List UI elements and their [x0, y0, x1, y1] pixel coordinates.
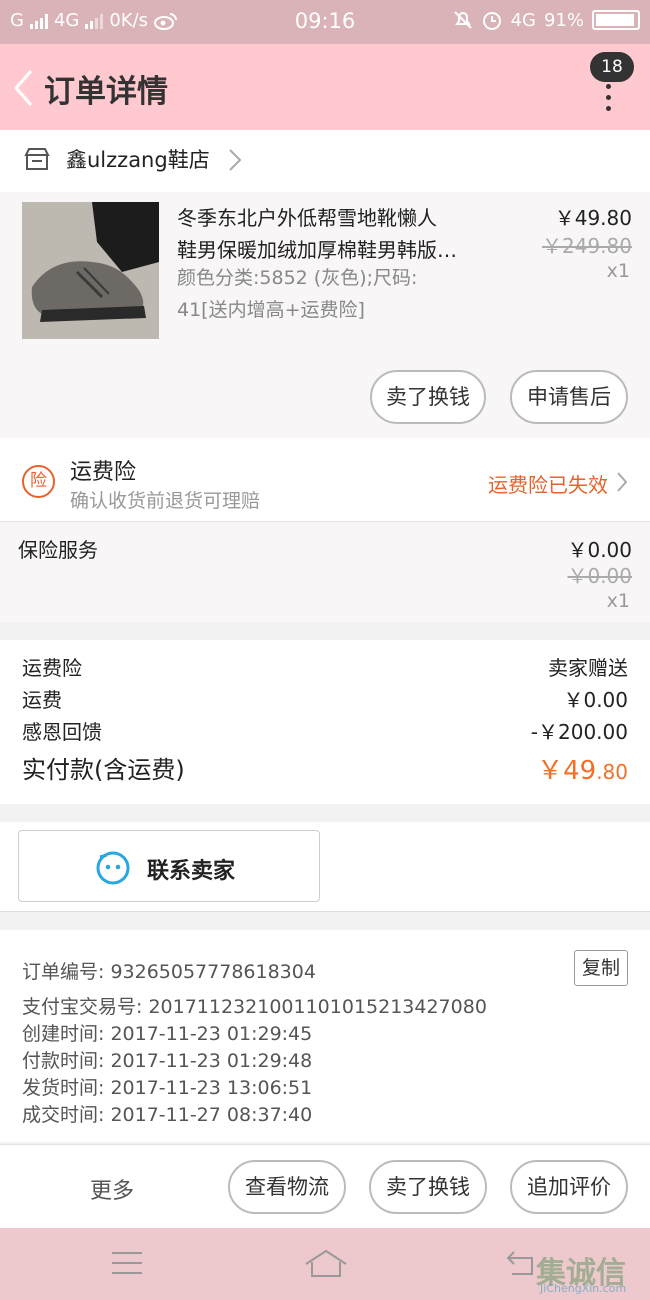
watermark-url: JiChengXin.com	[540, 1282, 627, 1295]
product-thumbnail[interactable]	[22, 202, 159, 339]
more-menu-icon[interactable]	[606, 84, 612, 117]
product-spec-line2: 41[送内增高+运费险]	[177, 299, 365, 321]
copy-button[interactable]: 复制	[574, 950, 628, 986]
insurance-service-item: 保险服务 ￥0.00 ￥0.00 x1	[0, 522, 650, 622]
contact-section: 联系卖家	[0, 822, 650, 912]
menu-icon[interactable]	[112, 1250, 142, 1276]
back-nav-icon[interactable]	[506, 1250, 536, 1276]
totals-shipping-label: 运费	[22, 688, 62, 712]
product-spec-line1: 颜色分类:5852 (灰色);尺码:	[177, 267, 418, 289]
shipping-insurance-row[interactable]: 险 运费险 确认收货前退货可理赔 运费险已失效	[0, 438, 650, 522]
alarm-icon	[482, 12, 501, 30]
contact-seller-label: 联系卖家	[147, 859, 236, 884]
battery-icon	[592, 10, 640, 30]
totals-discount-value: -￥200.00	[530, 720, 628, 744]
paid-int: ￥49	[537, 756, 597, 786]
view-logistics-button[interactable]: 查看物流	[228, 1160, 346, 1214]
apply-after-sale-button[interactable]: 申请售后	[510, 370, 628, 424]
paid-time: 付款时间: 2017-11-23 01:29:48	[22, 1050, 313, 1072]
totals-shipping-value: ￥0.00	[563, 688, 628, 712]
insurance-desc: 确认收货前退货可理赔	[70, 490, 261, 512]
product-title: 冬季东北户外低帮雪地靴懒人 鞋男保暖加绒加厚棉鞋男韩版…	[177, 202, 497, 266]
product-quantity: x1	[606, 260, 630, 282]
chevron-right-icon	[229, 149, 242, 171]
product-spec: 颜色分类:5852 (灰色);尺码: 41[送内增高+运费险]	[177, 262, 497, 326]
insurance-icon: 险	[22, 465, 55, 498]
action-bar: 更多 查看物流 卖了换钱 追加评价	[0, 1144, 650, 1228]
product-price: ￥49.80	[554, 206, 632, 230]
shop-name: 鑫ulzzang鞋店	[66, 148, 210, 172]
order-totals: 运费险 卖家赠送 运费 ￥0.00 感恩回馈 -￥200.00 实付款(含运费)…	[0, 640, 650, 804]
service-price: ￥0.00	[567, 538, 632, 562]
shop-row[interactable]: 鑫ulzzang鞋店	[0, 130, 650, 192]
service-quantity: x1	[606, 590, 630, 612]
home-icon[interactable]	[304, 1248, 348, 1278]
service-label: 保险服务	[18, 538, 98, 562]
add-review-button[interactable]: 追加评价	[510, 1160, 628, 1214]
status-right: 4G 91%	[453, 9, 640, 31]
status-bar: G 4G 0K/s 09:16 4G 91%	[0, 0, 650, 44]
totals-discount-row: 感恩回馈 -￥200.00	[22, 716, 628, 745]
back-arrow-icon[interactable]	[12, 68, 34, 108]
more-button[interactable]: 更多	[90, 1173, 134, 1205]
shoe-image	[22, 202, 159, 339]
totals-paid-value: ￥49.80	[537, 750, 628, 787]
chat-face-icon	[96, 851, 130, 885]
created-time: 创建时间: 2017-11-23 01:29:45	[22, 1023, 313, 1045]
closed-time: 成交时间: 2017-11-27 08:37:40	[22, 1104, 313, 1126]
message-count-badge: 18	[590, 52, 634, 82]
battery-percent: 91%	[543, 9, 584, 31]
totals-paid-row: 实付款(含运费) ￥49.80	[22, 750, 628, 787]
insurance-title: 运费险	[70, 460, 137, 485]
mute-icon	[453, 11, 472, 29]
totals-insurance-row: 运费险 卖家赠送	[22, 652, 628, 681]
header-bar: 订单详情 18	[0, 44, 650, 130]
totals-paid-label: 实付款(含运费)	[22, 756, 185, 784]
order-info: 订单编号: 93265057778618304 复制 支付宝交易号: 20171…	[0, 930, 650, 1142]
page-title: 订单详情	[44, 74, 168, 110]
sell-for-cash-button-2[interactable]: 卖了换钱	[369, 1160, 487, 1214]
totals-shipping-row: 运费 ￥0.00	[22, 684, 628, 713]
totals-insurance-label: 运费险	[22, 656, 82, 680]
shop-icon	[24, 148, 50, 170]
product-title-line1: 冬季东北户外低帮雪地靴懒人	[177, 206, 437, 230]
paid-dec: .80	[596, 760, 628, 784]
service-original-price: ￥0.00	[567, 564, 632, 588]
contact-seller-button[interactable]: 联系卖家	[18, 830, 320, 902]
product-item[interactable]: 冬季东北户外低帮雪地靴懒人 鞋男保暖加绒加厚棉鞋男韩版… 颜色分类:5852 (…	[0, 192, 650, 438]
alipay-number: 支付宝交易号: 2017112321001101015213427080	[22, 996, 487, 1018]
order-number: 订单编号: 93265057778618304	[22, 961, 316, 983]
totals-insurance-value: 卖家赠送	[548, 656, 628, 680]
shipped-time: 发货时间: 2017-11-23 13:06:51	[22, 1077, 313, 1099]
network-label-2: 4G	[510, 9, 536, 31]
totals-discount-label: 感恩回馈	[22, 720, 102, 744]
sell-for-cash-button[interactable]: 卖了换钱	[370, 370, 486, 424]
chevron-right-icon	[617, 472, 628, 492]
product-original-price: ￥249.80	[542, 234, 632, 258]
insurance-status: 运费险已失效	[488, 473, 608, 497]
